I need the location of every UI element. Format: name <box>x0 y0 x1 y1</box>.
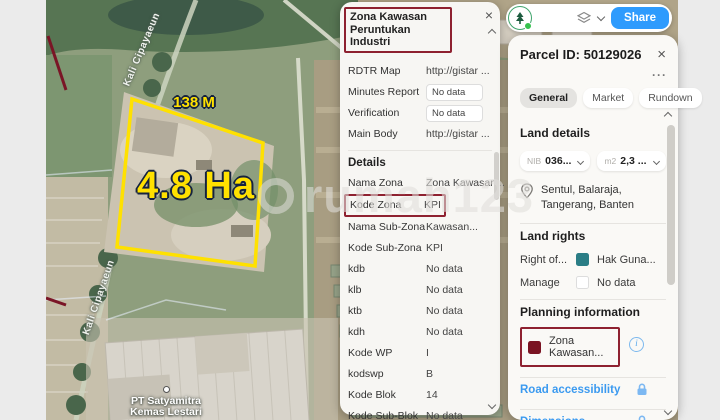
nib-value: 036... <box>545 155 572 167</box>
info-icon[interactable]: i <box>629 337 644 352</box>
tab-general[interactable]: General <box>520 88 578 108</box>
field-value-link[interactable]: http://gistar ... <box>426 65 490 77</box>
parcel-info-panel: Parcel ID: 50129026 × ··· General Market… <box>508 35 702 420</box>
chevron-down-icon <box>652 157 660 165</box>
right-of-row: Right of... Hak Guna... <box>520 253 666 266</box>
field-row-verification: Verification No data <box>348 103 492 124</box>
area-value: 2,3 ... <box>620 155 647 167</box>
tab-market[interactable]: Market <box>583 88 634 108</box>
scrollbar-thumb[interactable] <box>494 152 499 200</box>
manage-row: Manage No data <box>520 276 666 289</box>
road-accessibility-link[interactable]: Road accessibility <box>520 384 620 396</box>
color-swatch-teal <box>576 253 589 266</box>
close-icon[interactable]: × <box>657 47 666 62</box>
planning-zone-value: Zona Kawasan... <box>549 335 604 359</box>
field-label: Minutes Report <box>348 86 420 98</box>
verification-input[interactable]: No data <box>426 104 483 122</box>
field-row-main-body: Main Body http://gistar ... <box>348 124 492 145</box>
detail-row-kode-blok: Kode Blok 14 <box>348 389 438 401</box>
road-accessibility-row: Road accessibility <box>520 383 666 396</box>
detail-row-nama-sub-zona: Nama Sub-Zona Kawasan... <box>348 221 478 233</box>
detail-row-kode-wp: Kode WP I <box>348 347 429 359</box>
location-text: Sentul, Balaraja, Tangerang, Banten <box>541 184 634 211</box>
app-window: 138 M 4.8 Ha Kali Cipayaeun Kali Cipayae… <box>0 0 720 420</box>
lock-icon <box>638 415 646 420</box>
detail-row-ktb: ktb No data <box>348 305 463 317</box>
app-logo-icon[interactable] <box>508 6 532 30</box>
planning-information-header: Planning information <box>520 305 640 319</box>
zona-detail-panel: Zona Kawasan Peruntukan Industri × RDTR … <box>340 2 505 420</box>
area-prefix: m2 <box>604 156 617 166</box>
color-swatch-dark-red <box>528 340 541 354</box>
right-of-value: Hak Guna... <box>597 253 656 266</box>
color-swatch-white[interactable] <box>576 276 589 289</box>
map-toolbar: Share <box>506 4 672 32</box>
detail-row-kdh: kdh No data <box>348 326 463 338</box>
share-button[interactable]: Share <box>611 7 669 29</box>
tab-rundown[interactable]: Rundown <box>639 88 702 108</box>
detail-row-kodswp: kodswp B <box>348 368 434 380</box>
close-icon[interactable]: × <box>485 8 493 22</box>
location-row: Sentul, Balaraja, Tangerang, Banten <box>520 183 666 213</box>
detail-row-kode-sub-zona: Kode Sub-Zona KPI <box>348 242 443 254</box>
field-label: Main Body <box>348 128 398 140</box>
status-dot <box>524 22 532 30</box>
nib-dropdown[interactable]: NIB 036... <box>520 151 591 171</box>
field-value-link[interactable]: http://gistar ... <box>426 128 490 140</box>
right-of-label: Right of... <box>520 253 568 266</box>
planning-zone-row-highlighted[interactable]: Zona Kawasan... <box>520 327 620 367</box>
field-label: Verification <box>348 107 400 119</box>
parcel-tabs: General Market Rundown <box>520 88 702 108</box>
manage-label: Manage <box>520 276 560 289</box>
land-details-header: Land details <box>520 126 591 140</box>
land-rights-header: Land rights <box>520 229 586 243</box>
area-dropdown[interactable]: m2 2,3 ... <box>597 151 666 171</box>
manage-value: No data <box>597 276 636 289</box>
more-options-icon[interactable]: ··· <box>652 68 667 82</box>
location-pin-icon <box>521 183 533 199</box>
field-label: RDTR Map <box>348 65 401 77</box>
dimensions-link[interactable]: Dimensions <box>520 416 585 420</box>
dimensions-row: Dimensions <box>520 415 666 420</box>
parcel-id-title: Parcel ID: 50129026 <box>520 47 642 62</box>
detail-row-klb: klb No data <box>348 284 463 296</box>
zona-panel-title: Zona Kawasan Peruntukan Industri <box>344 7 452 53</box>
detail-row-kode-sub-blok: Kode Sub-Blok No data <box>348 410 463 420</box>
minutes-report-input[interactable]: No data <box>426 83 483 101</box>
layers-icon[interactable] <box>577 11 592 25</box>
detail-row-nama-zona: Nama Zona Zona Kawasan... <box>348 177 505 189</box>
lock-icon <box>637 383 647 395</box>
chevron-down-icon <box>577 157 585 165</box>
scroll-up-icon[interactable] <box>487 28 497 38</box>
detail-row-kdb: kdb No data <box>348 263 463 275</box>
field-row-rdtr-map: RDTR Map http://gistar ... <box>348 61 492 82</box>
scroll-up-icon[interactable] <box>663 111 673 121</box>
scrollbar-thumb[interactable] <box>667 125 675 285</box>
field-row-minutes-report: Minutes Report No data <box>348 82 492 103</box>
details-section-header: Details <box>348 156 386 169</box>
nib-prefix: NIB <box>527 156 542 166</box>
chevron-down-icon[interactable] <box>596 12 606 22</box>
detail-row-kode-zona-highlighted: Kode Zona KPI <box>344 193 446 217</box>
scroll-down-icon[interactable] <box>663 406 673 416</box>
